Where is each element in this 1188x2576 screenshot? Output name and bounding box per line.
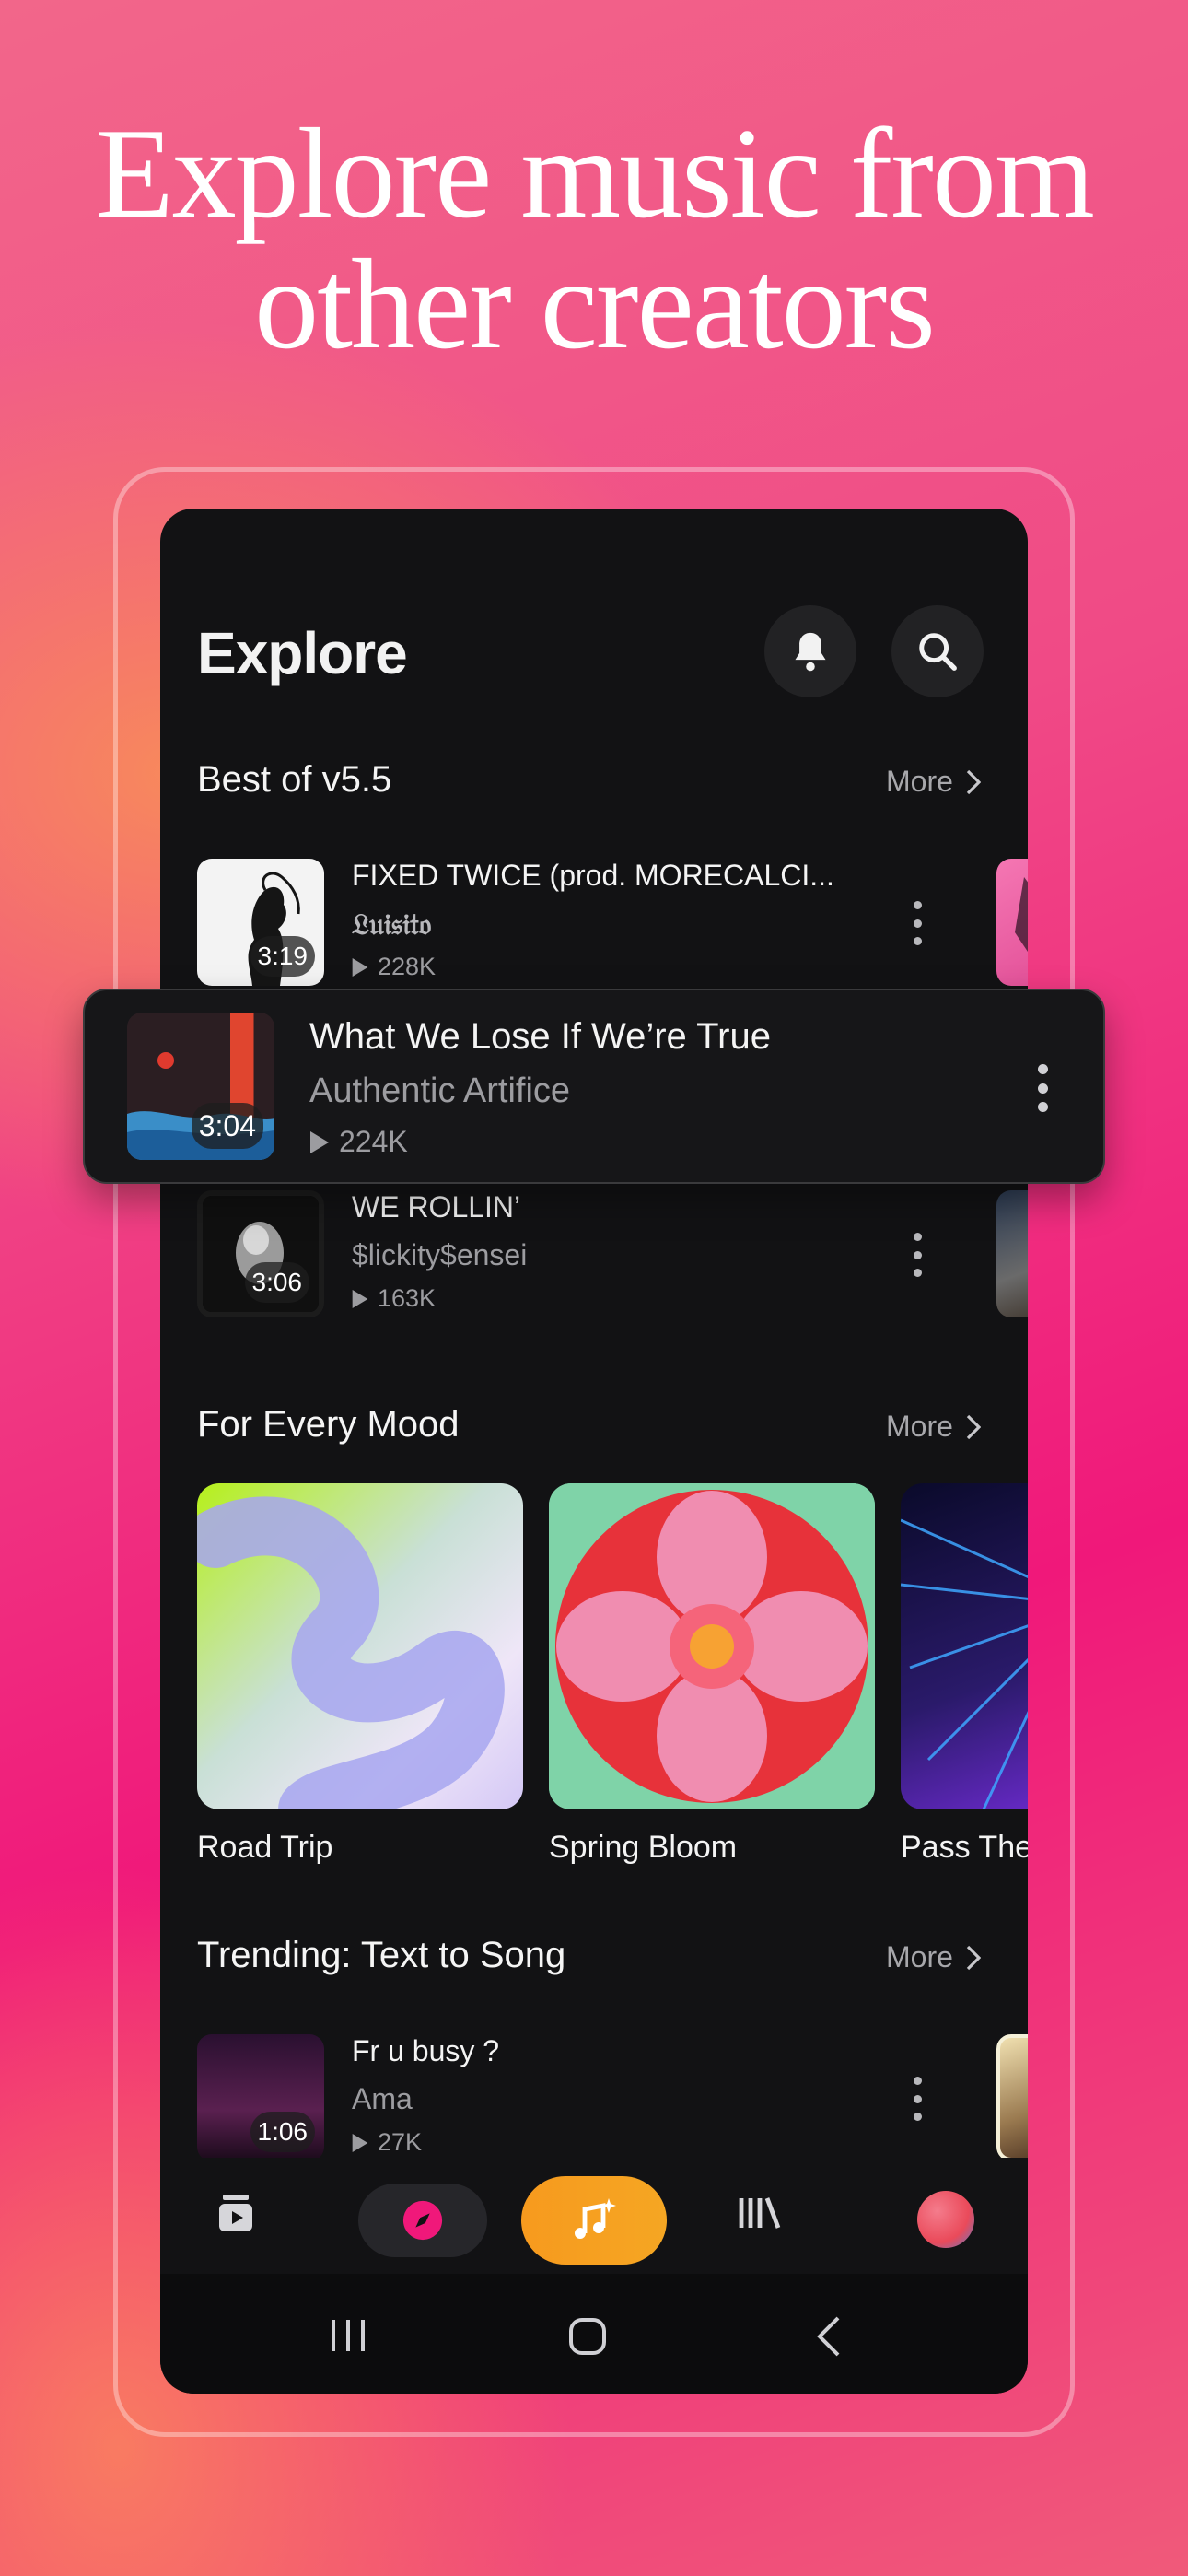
duration-badge: 3:06 (244, 1262, 309, 1303)
play-count: 27K (352, 2128, 422, 2157)
light-rays-art (901, 1518, 1028, 1809)
next-track-peek[interactable] (996, 859, 1028, 986)
play-icon (310, 1130, 329, 1153)
search-icon (919, 633, 957, 671)
track-title: Fr u busy ? (352, 2034, 500, 2067)
play-icon (352, 1289, 368, 1308)
mood-label: Pass The (901, 1830, 1028, 1865)
mood-label: Spring Bloom (549, 1830, 738, 1865)
track-row[interactable]: 3:19 FIXED TWICE (prod. MORECALCI... 𝔏𝔲𝔦… (197, 859, 1028, 988)
chevron-right-icon (966, 1414, 981, 1439)
play-count: 163K (352, 1284, 436, 1313)
library-icon (739, 2197, 781, 2229)
trending-more-link[interactable]: More (886, 1940, 981, 1974)
phone-screen: Explore Best of v5.5 More 3:19 FIXED TWI… (160, 509, 1028, 2394)
more-label: More (886, 765, 953, 798)
more-options-button[interactable] (906, 901, 928, 945)
track-title: FIXED TWICE (prod. MORECALCI... (352, 859, 834, 892)
track-artwork: 1:06 (197, 2034, 324, 2158)
duration-badge: 3:04 (191, 1103, 263, 1149)
section-title-best: Best of v5.5 (197, 759, 392, 800)
duration-badge: 3:19 (250, 936, 315, 977)
home-icon[interactable] (567, 2316, 608, 2357)
duration-badge: 1:06 (250, 2112, 315, 2152)
mood-card-pass-the[interactable]: Pass The (901, 1483, 1028, 1866)
section-title-mood: For Every Mood (197, 1404, 460, 1445)
play-count: 224K (309, 1125, 408, 1159)
track-artist[interactable]: Ama (352, 2082, 413, 2116)
play-count: 228K (352, 953, 436, 981)
track-row[interactable]: 3:06 WE ROLLIN’ $lickity$ensei 163K (197, 1190, 1028, 1319)
chevron-right-icon (966, 1945, 981, 1970)
section-title-trending: Trending: Text to Song (197, 1935, 566, 1975)
track-row[interactable]: 1:06 Fr u busy ? Ama 27K (197, 2034, 1028, 2158)
next-track-peek[interactable] (996, 1190, 1028, 1317)
more-label: More (886, 1410, 953, 1443)
more-options-button[interactable] (906, 2077, 928, 2121)
create-music-icon (575, 2198, 616, 2239)
mood-artwork (549, 1483, 875, 1809)
headline-line-1: Explore music from (95, 102, 1095, 245)
peek-art (1015, 877, 1028, 952)
mood-artwork (197, 1483, 523, 1809)
track-artwork: 3:06 (197, 1190, 324, 1317)
track-artist[interactable]: 𝔏𝔲𝔦𝔰𝔦𝔱𝔬 (352, 907, 431, 943)
play-count-value: 228K (378, 953, 437, 980)
back-icon[interactable] (816, 2316, 842, 2357)
explore-compass-icon (402, 2200, 443, 2241)
bottom-navigation (160, 2158, 1028, 2268)
play-count-value: 27K (378, 2128, 423, 2156)
track-artist[interactable]: $lickity$ensei (352, 1238, 527, 1272)
more-label: More (886, 1940, 953, 1973)
headline-line-2: other creators (254, 233, 936, 376)
notifications-button[interactable] (764, 605, 856, 697)
nav-library[interactable] (731, 2184, 790, 2242)
play-icon (352, 2133, 368, 2152)
bell-icon (795, 632, 826, 672)
best-more-link[interactable]: More (886, 765, 981, 799)
featured-track-card[interactable]: 3:04 What We Lose If We’re True Authenti… (83, 989, 1105, 1184)
system-navigation-bar (160, 2274, 1028, 2394)
page-title: Explore (197, 620, 408, 686)
track-artist[interactable]: Authentic Artifice (309, 1071, 570, 1111)
mood-more-link[interactable]: More (886, 1410, 981, 1444)
play-library-icon (219, 2195, 252, 2231)
track-artwork: 3:04 (127, 1013, 274, 1160)
next-track-peek[interactable] (996, 2034, 1028, 2158)
nav-create[interactable] (521, 2176, 667, 2265)
ribbon-art (197, 1496, 505, 1809)
promo-headline: Explore music from other creators (0, 109, 1188, 370)
more-options-button[interactable] (1031, 1064, 1054, 1112)
mood-card-spring-bloom[interactable]: Spring Bloom (549, 1483, 875, 1866)
more-options-button[interactable] (906, 1233, 928, 1277)
play-count-value: 163K (378, 1284, 437, 1312)
profile-avatar[interactable] (917, 2191, 974, 2248)
track-title: What We Lose If We’re True (309, 1016, 771, 1057)
track-title: WE ROLLIN’ (352, 1190, 521, 1224)
search-button[interactable] (891, 605, 984, 697)
nav-explore[interactable] (358, 2184, 487, 2257)
mood-card-road-trip[interactable]: Road Trip (197, 1483, 523, 1866)
chevron-right-icon (966, 769, 981, 794)
mood-label: Road Trip (197, 1830, 333, 1865)
mood-artwork (901, 1483, 1028, 1809)
flower-art (549, 1483, 875, 1809)
play-icon (352, 957, 368, 977)
recent-apps-icon[interactable] (328, 2318, 368, 2353)
nav-feed[interactable] (206, 2184, 265, 2242)
play-count-value: 224K (339, 1125, 408, 1158)
track-artwork: 3:19 (197, 859, 324, 986)
